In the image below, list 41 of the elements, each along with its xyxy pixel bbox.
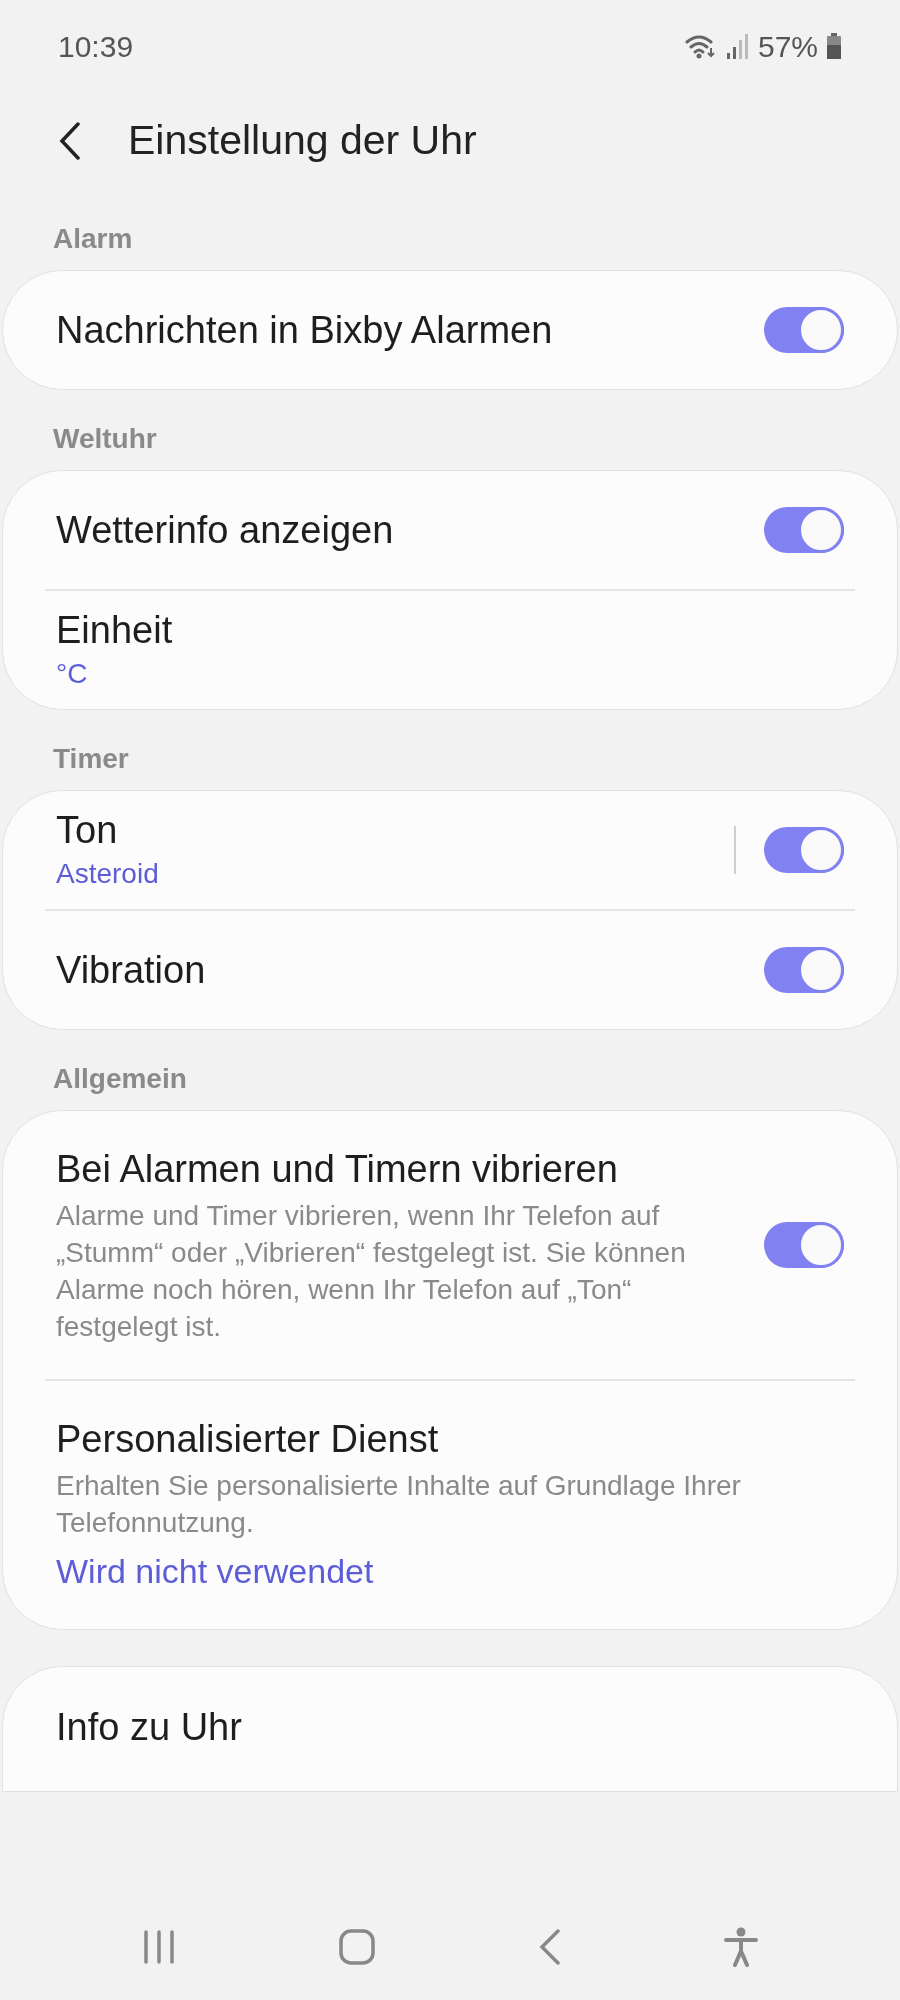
toggle-switch[interactable] (764, 307, 844, 353)
wifi-icon (683, 32, 718, 60)
section-header: Allgemein (52, 1062, 188, 1096)
setting-value: Asteroid (56, 857, 160, 891)
status-time: 10:39 (58, 28, 134, 65)
accessibility-icon[interactable] (724, 1926, 759, 1967)
battery-percentage: 57% (757, 28, 818, 65)
battery-icon (826, 32, 842, 60)
setting-title: Einheit (56, 608, 174, 653)
setting-title: Personalisierter Dienst (56, 1417, 440, 1462)
settings-row[interactable]: Nachrichten in Bixby Alarmen (3, 271, 897, 389)
setting-title: Ton (56, 808, 119, 853)
setting-value: °C (56, 657, 89, 691)
settings-row[interactable]: Wetterinfo anzeigen (3, 471, 897, 589)
setting-description: Erhalten Sie personalisierte Inhalte auf Grundlage Ihrer Telefonnutzung. (56, 1469, 742, 1540)
back-icon (59, 122, 81, 160)
recent-apps-icon[interactable] (141, 1929, 176, 1964)
section-header: Alarm (52, 222, 134, 256)
toggle-switch[interactable] (764, 827, 844, 873)
setting-title: Vibration (56, 948, 207, 993)
section-header: Weltuhr (52, 422, 158, 456)
setting-title: Bei Alarmen und Timern vibrieren (56, 1147, 619, 1192)
toggle-switch[interactable] (764, 1222, 844, 1268)
page-title: Einstellung der Uhr (128, 116, 477, 166)
settings-row[interactable]: Personalisierter Dienst Erhalten Sie personalisierte Inhalte auf Grundlage Ihrer Telefonnutzung. Wird nicht verwendet (3, 1381, 897, 1629)
toggle-switch[interactable] (764, 507, 844, 553)
setting-value: Wird nicht verwendet (56, 1551, 375, 1592)
setting-title: Info zu Uhr (56, 1705, 243, 1750)
home-icon[interactable] (339, 1928, 376, 1965)
back-icon[interactable] (538, 1928, 561, 1965)
section-header: Timer (52, 742, 130, 776)
toggle-switch[interactable] (764, 947, 844, 993)
settings-row[interactable]: Einheit °C (3, 591, 897, 709)
setting-title: Nachrichten in Bixby Alarmen (56, 308, 554, 353)
settings-row[interactable]: Vibration (3, 911, 897, 1029)
settings-row[interactable]: Bei Alarmen und Timern vibrieren Alarme und Timer vibrieren, wenn Ihr Telefon auf „Stumm“ oder „Vibrieren“ festgelegt ist. Sie können Alarme noch hören, wenn Ihr Telefon auf „Ton“ festgelegt ist. (3, 1111, 897, 1379)
settings-row[interactable]: Info zu Uhr (3, 1703, 897, 1751)
setting-title: Wetterinfo anzeigen (56, 508, 395, 553)
settings-row[interactable]: Ton Asteroid (3, 791, 897, 909)
signal-icon (725, 32, 750, 60)
setting-description: Alarme und Timer vibrieren, wenn Ihr Telefon auf „Stumm“ oder „Vibrieren“ festgelegt ist. Sie können Alarme noch hören, wenn Ihr Telefon auf „Ton“ festgelegt ist. (56, 1199, 687, 1344)
